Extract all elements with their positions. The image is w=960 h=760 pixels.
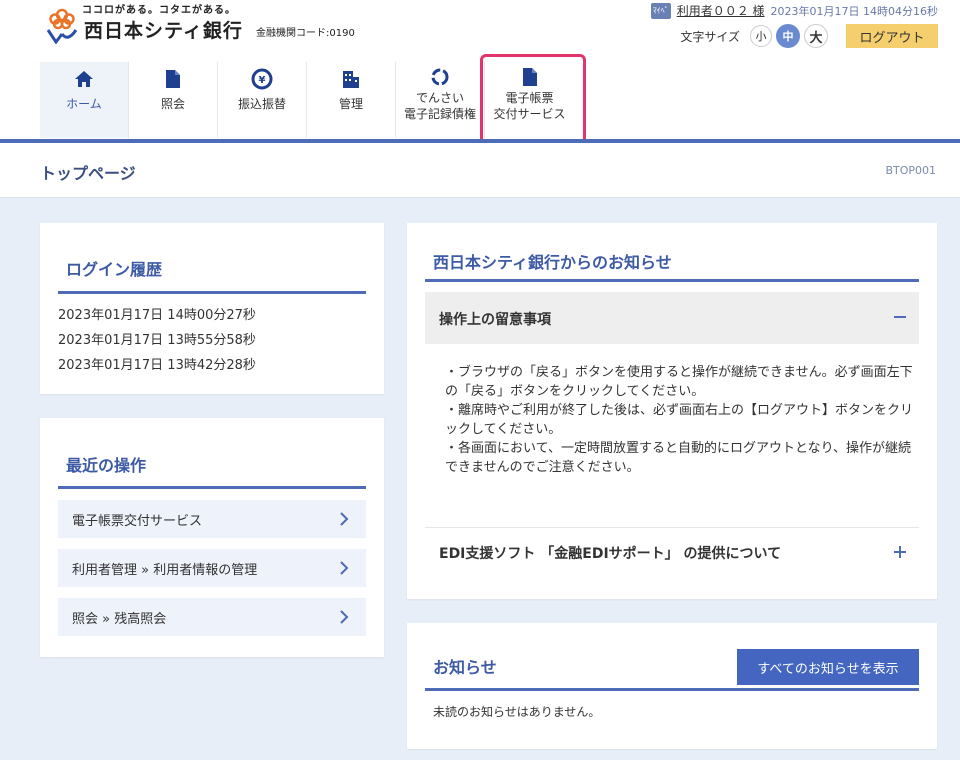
notices-heading: お知らせ <box>433 658 497 677</box>
notice-section-title: 操作上の留意事項 <box>439 312 551 328</box>
bank-notices-panel: 西日本シティ銀行からのお知らせ 操作上の留意事項 ・ブラウザの「戻る」ボタンを使… <box>407 223 937 599</box>
transfer-icon: ¥ <box>251 68 273 90</box>
flower-logo-icon <box>46 8 78 44</box>
login-entry: 2023年01月17日 13時55分58秒 <box>58 333 256 348</box>
nav-inquiry-label: 照会 <box>160 97 185 111</box>
recent-ops-heading: 最近の操作 <box>66 456 147 475</box>
svg-text:¥: ¥ <box>259 75 266 86</box>
font-size-controls: 文字サイズ 小 中 大 ログアウト <box>680 24 938 48</box>
bank-name: 西日本シティ銀行 <box>84 20 243 42</box>
notice-body: ・ブラウザの「戻る」ボタンを使用すると操作が継続できません。必ず画面左下の「戻る… <box>425 363 919 477</box>
nav-transfer-label: 振込振替 <box>237 97 286 111</box>
logout-button[interactable]: ログアウト <box>846 24 938 48</box>
edi-notice-title[interactable]: EDI支援ソフト 「金融EDIサポート」 の提供について <box>439 543 781 563</box>
heading-rule <box>425 688 919 691</box>
recent-op-label: 利用者管理 » 利用者情報の管理 <box>72 562 258 578</box>
recent-op-item[interactable]: 照会 » 残高照会 <box>58 598 366 636</box>
font-size-medium-button[interactable]: 中 <box>776 24 800 48</box>
home-icon <box>73 68 95 90</box>
login-history-list: 2023年01月17日 14時00分27秒 2023年01月17日 13時55分… <box>58 303 256 378</box>
login-entry: 2023年01月17日 14時00分27秒 <box>58 308 256 323</box>
bank-code: 金融機関コード:0190 <box>256 28 355 39</box>
login-datetime: 2023年01月17日 14時04分16秒 <box>770 4 938 18</box>
user-name-link[interactable]: 利用者００２ 様 <box>677 2 765 19</box>
header: ココロがある。コタエがある。 西日本シティ銀行 金融機関コード:0190 ﾏｲﾍ… <box>0 0 960 144</box>
bank-notices-heading: 西日本シティ銀行からのお知らせ <box>433 253 672 272</box>
recent-op-item[interactable]: 利用者管理 » 利用者情報の管理 <box>58 549 366 587</box>
bank-logo[interactable]: ココロがある。コタエがある。 西日本シティ銀行 金融機関コード:0190 <box>42 2 362 48</box>
font-size-small-button[interactable]: 小 <box>750 25 772 47</box>
notice-line: ・離席時やご利用が終了した後は、必ず画面右上の【ログアウト】ボタンをクリックして… <box>445 403 914 437</box>
notices-panel: お知らせ すべてのお知らせを表示 未読のお知らせはありません。 <box>407 623 937 749</box>
tagline: ココロがある。コタエがある。 <box>82 5 236 16</box>
recent-op-label: 照会 » 残高照会 <box>72 611 167 627</box>
notice-line: ・ブラウザの「戻る」ボタンを使用すると操作が継続できません。必ず画面左下の「戻る… <box>445 365 913 399</box>
nav-management[interactable]: 管理 <box>307 62 396 138</box>
heading-rule <box>58 291 366 294</box>
plus-icon[interactable] <box>893 545 907 559</box>
user-info: ﾏｲﾍﾟ 利用者００２ 様 2023年01月17日 14時04分16秒 <box>650 2 938 19</box>
no-notice-text: 未読のお知らせはありません。 <box>433 705 601 719</box>
page-title: トップページ <box>40 164 136 183</box>
show-all-notices-button[interactable]: すべてのお知らせを表示 <box>737 649 919 685</box>
nav-transfer[interactable]: ¥ 振込振替 <box>218 62 307 138</box>
building-icon <box>340 68 362 90</box>
chevron-right-icon <box>340 610 349 624</box>
recent-ops-panel: 最近の操作 電子帳票交付サービス 利用者管理 » 利用者情報の管理 照会 » 残… <box>40 418 384 657</box>
heading-rule <box>58 486 366 489</box>
densai-icon <box>429 66 451 88</box>
nav-home-label: ホーム <box>66 97 102 111</box>
recent-op-item[interactable]: 電子帳票交付サービス <box>58 500 366 538</box>
notice-accordion-header[interactable]: 操作上の留意事項 <box>425 292 919 344</box>
nav-management-label: 管理 <box>338 97 363 111</box>
chevron-right-icon <box>340 512 349 526</box>
user-icon: ﾏｲﾍﾟ <box>650 2 671 19</box>
minus-icon <box>894 316 906 318</box>
nav-home[interactable]: ホーム <box>40 62 129 138</box>
chevron-right-icon <box>340 561 349 575</box>
notice-line: ・各画面において、一定時間放置すると自動的にログアウトとなり、操作が継続できませ… <box>445 441 912 475</box>
font-size-label: 文字サイズ <box>680 29 740 44</box>
nav-densai-label-2: 電子記録債権 <box>403 107 476 121</box>
login-entry: 2023年01月17日 13時42分28秒 <box>58 358 256 373</box>
login-history-panel: ログイン履歴 2023年01月17日 14時00分27秒 2023年01月17日… <box>40 223 384 394</box>
highlight-annotation <box>480 54 586 144</box>
login-history-heading: ログイン履歴 <box>66 260 163 279</box>
title-bar: トップページ BTOP001 <box>0 143 960 198</box>
nav-densai-label-1: でんさい <box>415 91 464 105</box>
heading-rule <box>425 279 919 282</box>
nav-inquiry[interactable]: 照会 <box>129 62 218 138</box>
document-icon <box>162 68 184 90</box>
page-code: BTOP001 <box>885 164 936 177</box>
font-size-large-button[interactable]: 大 <box>804 24 828 48</box>
section-divider <box>425 527 919 528</box>
recent-op-label: 電子帳票交付サービス <box>72 513 203 529</box>
nav-densai[interactable]: でんさい 電子記録債権 <box>396 62 485 138</box>
